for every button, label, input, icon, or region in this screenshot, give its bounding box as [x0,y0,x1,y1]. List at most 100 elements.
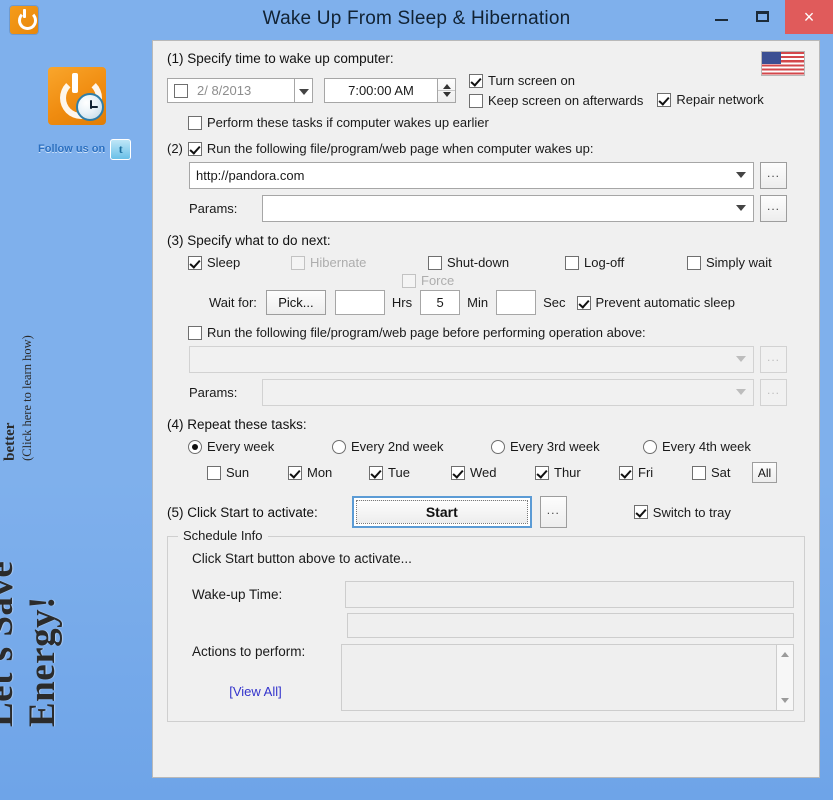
wait-hours-input[interactable] [334,290,385,315]
day-thur-row[interactable]: Thur [535,465,619,480]
maximize-icon [756,11,769,22]
schedule-info-title: Schedule Info [178,528,268,543]
actions-textarea[interactable] [341,644,777,711]
start-button[interactable]: Start [355,500,528,524]
section2-number: (2) [167,141,183,156]
day-mon-row[interactable]: Mon [288,465,369,480]
option-sleep-row[interactable]: Sleep [188,255,291,270]
perform-earlier-row[interactable]: Perform these tasks if computer wakes up… [188,115,805,130]
logoff-label: Log-off [584,255,625,270]
start-button-focus-frame: Start [351,496,532,528]
every-2nd-week-radio[interactable] [332,439,346,454]
twitter-icon[interactable]: t [110,138,132,160]
pre-run-params-combo[interactable] [262,379,754,406]
date-enable-checkbox[interactable] [174,83,188,98]
follow-us-label: Follow us on [38,143,106,155]
day-sun-row[interactable]: Sun [207,465,288,480]
pre-run-checkbox[interactable] [188,325,202,340]
pre-run-row[interactable]: Run the following file/program/web page … [188,325,805,340]
logoff-checkbox[interactable] [565,255,579,270]
prevent-sleep-checkbox[interactable] [576,295,591,310]
freq-every-3rd-week-row[interactable]: Every 3rd week [491,439,643,454]
day-wed-row[interactable]: Wed [451,465,535,480]
actions-label: Actions to perform: [192,644,306,659]
simply-wait-checkbox[interactable] [687,255,701,270]
minimize-button[interactable] [701,0,741,34]
day-fri-row[interactable]: Fri [619,465,692,480]
chevron-down-icon [736,172,746,178]
every-3rd-week-radio[interactable] [491,439,505,454]
start-options-browse-button[interactable]: ... [539,496,567,528]
day-fri-checkbox[interactable] [619,465,633,480]
chevron-down-icon [736,389,746,395]
switch-to-tray-row[interactable]: Switch to tray [633,505,731,520]
option-simply-wait-row[interactable]: Simply wait [687,255,772,270]
pre-run-params-browse-button[interactable]: ... [760,379,787,406]
day-sun-checkbox[interactable] [207,465,221,480]
every-4th-week-radio[interactable] [643,439,657,454]
day-mon-checkbox[interactable] [288,465,302,480]
day-tue-row[interactable]: Tue [369,465,451,480]
close-button[interactable]: × [785,0,833,34]
shutdown-checkbox[interactable] [428,255,442,270]
wait-seconds-input[interactable] [496,290,537,315]
save-energy-banner[interactable]: Let's Save Energy! & make this software … [0,307,120,727]
repair-network-label: Repair network [676,92,764,107]
section3-title: (3) Specify what to do next: [167,233,331,248]
keep-screen-on-checkbox[interactable] [469,93,483,108]
perform-earlier-checkbox[interactable] [188,115,202,130]
hibernate-label: Hibernate [310,255,367,270]
option-logoff-row[interactable]: Log-off [565,255,687,270]
turn-screen-on-checkbox[interactable] [469,73,483,88]
day-tue-checkbox[interactable] [369,465,383,480]
date-dropdown-button[interactable] [295,78,313,103]
chevron-down-icon [736,205,746,211]
flag-canton [762,52,781,64]
day-wed-checkbox[interactable] [451,465,465,480]
every-2nd-week-label: Every 2nd week [351,439,444,454]
spinner-down-icon[interactable] [443,92,451,97]
scroll-up-icon[interactable] [781,652,789,657]
freq-every-week-row[interactable]: Every week [188,439,332,454]
repair-network-row[interactable]: Repair network [657,92,764,107]
us-flag-icon[interactable] [761,51,805,76]
section2-enable-checkbox[interactable] [187,141,202,156]
day-sun-label: Sun [226,465,250,480]
sleep-checkbox[interactable] [188,255,202,270]
follow-us-link[interactable]: Follow us on t [38,138,146,160]
spinner-up-icon[interactable] [443,84,451,89]
option-shutdown-row[interactable]: Shut-down [428,255,565,270]
maximize-button[interactable] [743,0,783,34]
turn-screen-on-row[interactable]: Turn screen on [469,73,643,88]
banner-subline: & make this software better [2,422,18,461]
day-thur-checkbox[interactable] [535,465,549,480]
pre-run-program-combo[interactable] [189,346,754,373]
freq-every-4th-week-row[interactable]: Every 4th week [643,439,751,454]
every-week-radio[interactable] [188,439,202,454]
time-spinner[interactable] [438,78,456,103]
chevron-down-icon [736,356,746,362]
wakeup-program-combo[interactable]: http://pandora.com [189,162,754,189]
wakeup-time-field[interactable]: 7:00:00 AM [324,78,438,103]
view-all-link[interactable]: [View All] [229,684,282,699]
pick-button[interactable]: Pick... [265,290,326,315]
pre-run-program-browse-button[interactable]: ... [760,346,787,373]
scroll-down-icon[interactable] [781,698,789,703]
repair-network-checkbox[interactable] [657,92,672,107]
wait-minutes-input[interactable]: 5 [420,290,461,315]
freq-every-2nd-week-row[interactable]: Every 2nd week [332,439,491,454]
wakeup-params-browse-button[interactable]: ... [760,195,787,222]
sidebar: Follow us on t Let's Save Energy! & make… [0,42,152,800]
keep-screen-on-row[interactable]: Keep screen on afterwards [469,93,643,108]
prevent-sleep-row[interactable]: Prevent automatic sleep [576,295,735,310]
wakeup-params-combo[interactable] [262,195,754,222]
wakeup-program-browse-button[interactable]: ... [760,162,787,189]
actions-scrollbar[interactable] [777,644,794,711]
pre-run-params-label: Params: [189,385,238,400]
select-all-days-button[interactable]: All [752,462,777,483]
day-sat-checkbox[interactable] [692,465,706,480]
day-sat-row[interactable]: Sat [692,465,752,480]
switch-to-tray-checkbox[interactable] [633,505,648,519]
shutdown-label: Shut-down [447,255,510,270]
wakeup-date-field[interactable]: 2/ 8/2013 [167,78,295,103]
